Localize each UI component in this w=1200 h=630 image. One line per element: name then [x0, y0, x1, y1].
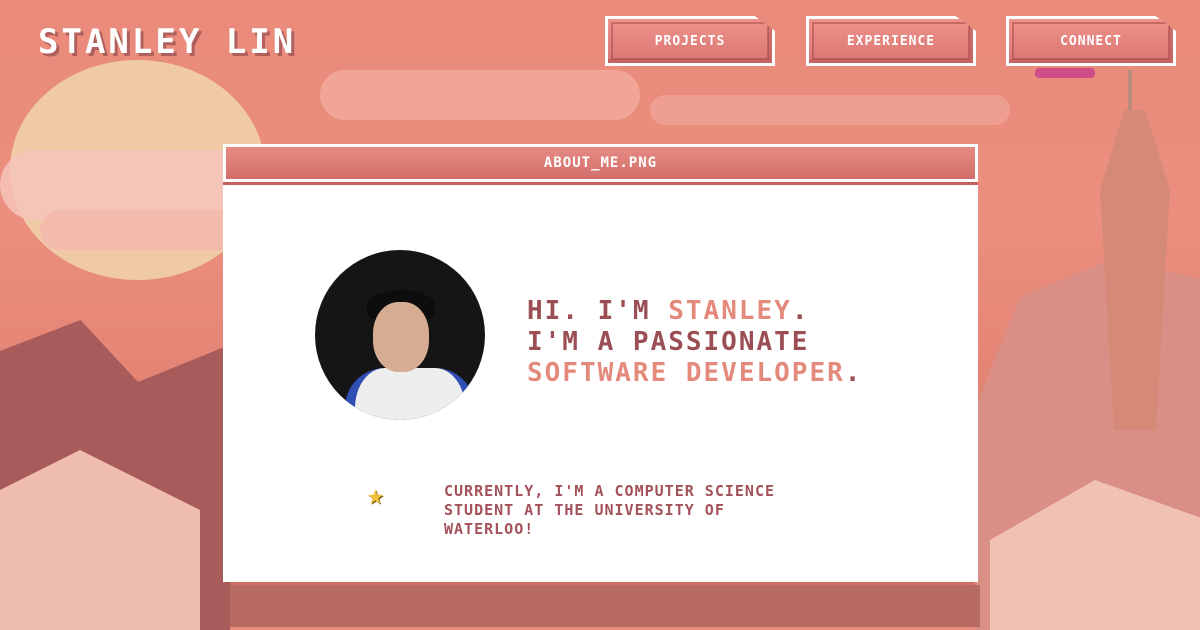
projects-button[interactable]: PROJECTS [605, 16, 775, 66]
experience-button[interactable]: EXPERIENCE [806, 16, 976, 66]
headline-period: . [791, 296, 810, 326]
about-me-window: ABOUT_ME.PNG HI. I'M STANLEY. I'M A PASS… [223, 144, 978, 582]
flag-decoration [1035, 68, 1095, 78]
headline-role: SOFTWARE DEVELOPER [527, 358, 845, 388]
cloud-decoration [320, 70, 640, 120]
star-icon: ★ [367, 478, 384, 511]
titlebar-divider [223, 182, 978, 185]
window-title: ABOUT_ME.PNG [543, 155, 658, 171]
ground-decoration [230, 585, 980, 627]
cloud-decoration [650, 95, 1010, 125]
headline-greeting: HI. I'M [527, 296, 669, 326]
profile-photo-shirt [345, 368, 475, 420]
headline-line2: I'M A PASSIONATE [527, 327, 810, 357]
window-titlebar: ABOUT_ME.PNG [223, 144, 978, 182]
intro-headline: HI. I'M STANLEY. I'M A PASSIONATE SOFTWA… [527, 296, 862, 389]
fact-text: CURRENTLY, I'M A COMPUTER SCIENCE STUDEN… [444, 482, 776, 538]
headline-role-period: . [844, 358, 863, 388]
headline-name: STANLEY [668, 296, 792, 326]
site-title[interactable]: STANLEY LIN [38, 22, 296, 62]
connect-button[interactable]: CONNECT [1006, 16, 1176, 66]
tower-mast-decoration [1128, 70, 1132, 115]
profile-photo [315, 250, 485, 420]
profile-photo-face [373, 302, 429, 372]
